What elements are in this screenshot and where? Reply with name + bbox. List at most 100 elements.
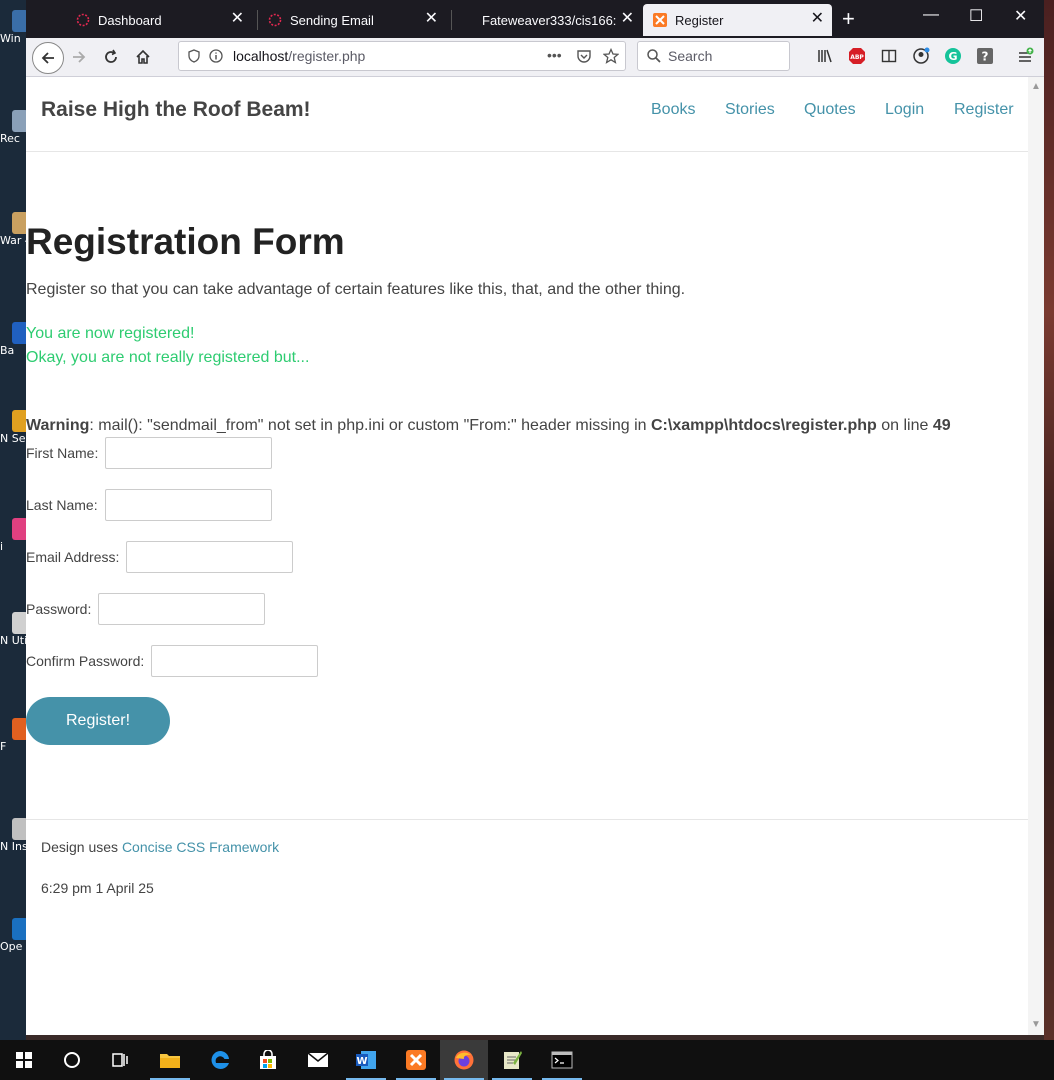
taskbar-word[interactable]: W bbox=[342, 1040, 390, 1080]
search-icon bbox=[647, 49, 661, 63]
footer-credit: Design uses Concise CSS Framework bbox=[41, 839, 279, 855]
desktop-icon[interactable]: N Ins bbox=[0, 818, 26, 853]
forward-button[interactable] bbox=[66, 44, 92, 70]
maximize-button[interactable]: ☐ bbox=[969, 6, 983, 26]
desktop-wallpaper bbox=[1044, 0, 1054, 1040]
desktop-icon[interactable]: N Se bbox=[0, 410, 26, 445]
close-tab-icon[interactable]: ✕ bbox=[811, 11, 824, 27]
footer-timestamp: 6:29 pm 1 April 25 bbox=[41, 880, 154, 896]
close-tab-icon[interactable]: ✕ bbox=[425, 11, 438, 27]
taskbar-xampp[interactable] bbox=[392, 1040, 440, 1080]
nav-link-books[interactable]: Books bbox=[651, 101, 695, 119]
reload-button[interactable] bbox=[98, 44, 124, 70]
tab-register[interactable]: Register ✕ bbox=[643, 4, 832, 36]
site-header: Raise High the Roof Beam! Books Stories … bbox=[26, 77, 1028, 152]
taskbar-mail[interactable] bbox=[294, 1040, 342, 1080]
task-view-button[interactable] bbox=[96, 1040, 144, 1080]
tab-github[interactable]: Fateweaver333/cis166: St ✕ bbox=[452, 4, 642, 36]
close-tab-icon[interactable]: ✕ bbox=[231, 11, 244, 27]
desktop-icon[interactable]: Ope bbox=[0, 918, 26, 953]
taskbar-store[interactable] bbox=[244, 1040, 292, 1080]
mail-envelope-icon bbox=[307, 1052, 329, 1067]
scroll-up-icon[interactable]: ▲ bbox=[1031, 81, 1041, 92]
site-brand[interactable]: Raise High the Roof Beam! bbox=[41, 98, 311, 122]
back-button[interactable] bbox=[32, 42, 64, 74]
home-button[interactable] bbox=[130, 44, 156, 70]
desktop-icon[interactable]: Win bbox=[0, 10, 26, 45]
terminal-icon bbox=[551, 1051, 573, 1069]
loading-spinner-icon bbox=[76, 13, 90, 27]
first-name-input[interactable] bbox=[105, 437, 273, 469]
nav-link-quotes[interactable]: Quotes bbox=[804, 101, 856, 119]
desktop-icon[interactable]: War 40,0 bbox=[0, 212, 26, 247]
account-icon[interactable] bbox=[912, 47, 930, 65]
navigation-toolbar: localhost/register.php ••• Search ABP G … bbox=[26, 38, 1044, 77]
password-input[interactable] bbox=[98, 593, 266, 625]
desktop-icon[interactable]: Ba bbox=[0, 322, 26, 357]
edge-icon bbox=[211, 1050, 229, 1069]
recycle-bin-icon[interactable]: Rec bbox=[0, 110, 26, 145]
tab-dashboard[interactable]: Dashboard ✕ bbox=[66, 4, 252, 36]
email-input[interactable] bbox=[126, 541, 294, 573]
store-bag-icon bbox=[260, 1050, 276, 1069]
start-button[interactable] bbox=[0, 1040, 48, 1080]
last-name-row: Last Name: bbox=[26, 489, 272, 521]
desktop-icon[interactable]: i bbox=[0, 518, 26, 553]
success-note: Okay, you are not really registered but.… bbox=[26, 349, 310, 366]
last-name-input[interactable] bbox=[104, 489, 272, 521]
search-button[interactable] bbox=[48, 1040, 96, 1080]
page-title: Registration Form bbox=[26, 221, 345, 262]
home-icon bbox=[136, 49, 150, 64]
shield-icon bbox=[188, 49, 200, 63]
page-actions-icon[interactable]: ••• bbox=[547, 47, 562, 63]
taskbar-edge[interactable] bbox=[196, 1040, 244, 1080]
browser-window: Dashboard ✕ Sending Email ✕ Fateweaver33… bbox=[26, 0, 1044, 1035]
password-label: Password: bbox=[26, 601, 92, 617]
taskbar-file-explorer[interactable] bbox=[146, 1040, 194, 1080]
warning-message: : mail(): "sendmail_from" not set in php… bbox=[89, 417, 651, 434]
taskbar-notepad-plus[interactable] bbox=[488, 1040, 536, 1080]
tab-title: Fateweaver333/cis166: St bbox=[482, 12, 617, 28]
nav-link-stories[interactable]: Stories bbox=[725, 101, 775, 119]
grammarly-icon[interactable]: G bbox=[944, 47, 962, 65]
tab-title: Dashboard bbox=[98, 12, 162, 28]
vertical-scrollbar[interactable]: ▲ ▼ bbox=[1028, 77, 1044, 1035]
scroll-down-icon[interactable]: ▼ bbox=[1031, 1019, 1041, 1030]
back-arrow-icon bbox=[41, 52, 54, 64]
confirm-password-input[interactable] bbox=[151, 645, 319, 677]
desktop-icon[interactable]: N Uti bbox=[0, 612, 26, 647]
search-box[interactable]: Search bbox=[637, 41, 790, 71]
library-icon[interactable] bbox=[816, 47, 834, 65]
cortana-circle-icon bbox=[64, 1052, 80, 1068]
windows-logo-icon bbox=[16, 1052, 32, 1068]
nav-link-register[interactable]: Register bbox=[954, 101, 1014, 119]
concise-css-link[interactable]: Concise CSS Framework bbox=[122, 839, 279, 855]
taskbar-terminal[interactable] bbox=[538, 1040, 586, 1080]
adblock-plus-icon[interactable]: ABP bbox=[848, 47, 866, 65]
close-tab-icon[interactable]: ✕ bbox=[621, 11, 634, 27]
pocket-icon[interactable] bbox=[576, 48, 592, 64]
close-window-button[interactable]: ✕ bbox=[1014, 6, 1027, 26]
firefox-icon bbox=[454, 1050, 474, 1070]
register-button[interactable]: Register! bbox=[26, 697, 170, 745]
nav-link-login[interactable]: Login bbox=[885, 101, 924, 119]
search-placeholder: Search bbox=[668, 48, 713, 64]
forward-arrow-icon bbox=[73, 51, 86, 63]
new-tab-button[interactable]: + bbox=[842, 6, 855, 32]
success-message: You are now registered! bbox=[26, 325, 195, 342]
desktop-background: Win Rec War 40,0 Ba N Se i N Uti F N Ins… bbox=[0, 0, 26, 1040]
reader-view-icon[interactable] bbox=[880, 47, 898, 65]
info-icon[interactable] bbox=[209, 49, 223, 63]
address-bar[interactable]: localhost/register.php ••• bbox=[178, 41, 626, 71]
minimize-button[interactable]: — bbox=[923, 6, 939, 24]
tab-sending-email[interactable]: Sending Email ✕ bbox=[258, 4, 446, 36]
bookmark-star-icon[interactable] bbox=[603, 48, 619, 64]
desktop-icon[interactable]: F bbox=[0, 718, 26, 753]
menu-icon[interactable] bbox=[1016, 47, 1034, 65]
password-row: Password: bbox=[26, 593, 266, 625]
tab-bar: Dashboard ✕ Sending Email ✕ Fateweaver33… bbox=[26, 0, 1044, 38]
svg-text:W: W bbox=[356, 1056, 367, 1067]
taskbar-firefox[interactable] bbox=[440, 1040, 488, 1080]
tab-title: Sending Email bbox=[290, 12, 374, 28]
help-extension-icon[interactable]: ? bbox=[976, 47, 994, 65]
